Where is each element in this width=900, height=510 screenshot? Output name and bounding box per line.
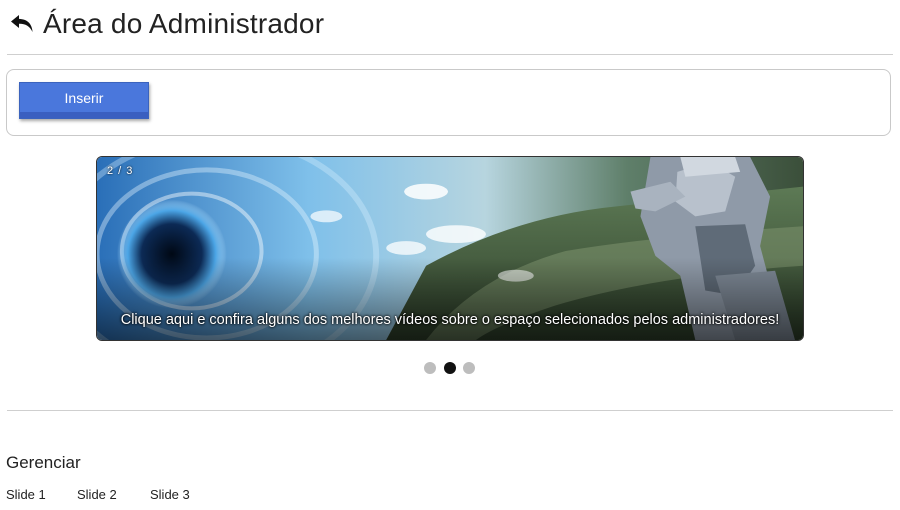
carousel-indicators (424, 362, 484, 376)
slide-link-3[interactable]: Slide 3 (150, 487, 190, 502)
carousel-dot-1[interactable] (424, 362, 436, 374)
page-title: Área do Administrador (43, 8, 325, 39)
slide-link-2[interactable]: Slide 2 (77, 487, 117, 502)
insert-panel: Inserir (6, 69, 891, 136)
slide-counter: 2 / 3 (107, 165, 134, 177)
slide-link-1[interactable]: Slide 1 (6, 487, 46, 502)
carousel-dot-3[interactable] (463, 362, 475, 374)
undo-arrow-icon[interactable] (10, 11, 34, 35)
carousel-dot-2[interactable] (444, 362, 456, 374)
header: Área do Administrador (0, 0, 900, 54)
insert-button[interactable]: Inserir (19, 82, 149, 119)
slide-caption[interactable]: Clique aqui e confira alguns dos melhore… (97, 312, 803, 328)
slide-carousel[interactable]: 2 / 3 Clique aqui e confira alguns dos m… (96, 156, 804, 341)
manage-section-title: Gerenciar (6, 453, 81, 472)
insert-button-label: Inserir (64, 89, 104, 106)
divider-bottom (7, 410, 893, 411)
divider-top (7, 54, 893, 55)
